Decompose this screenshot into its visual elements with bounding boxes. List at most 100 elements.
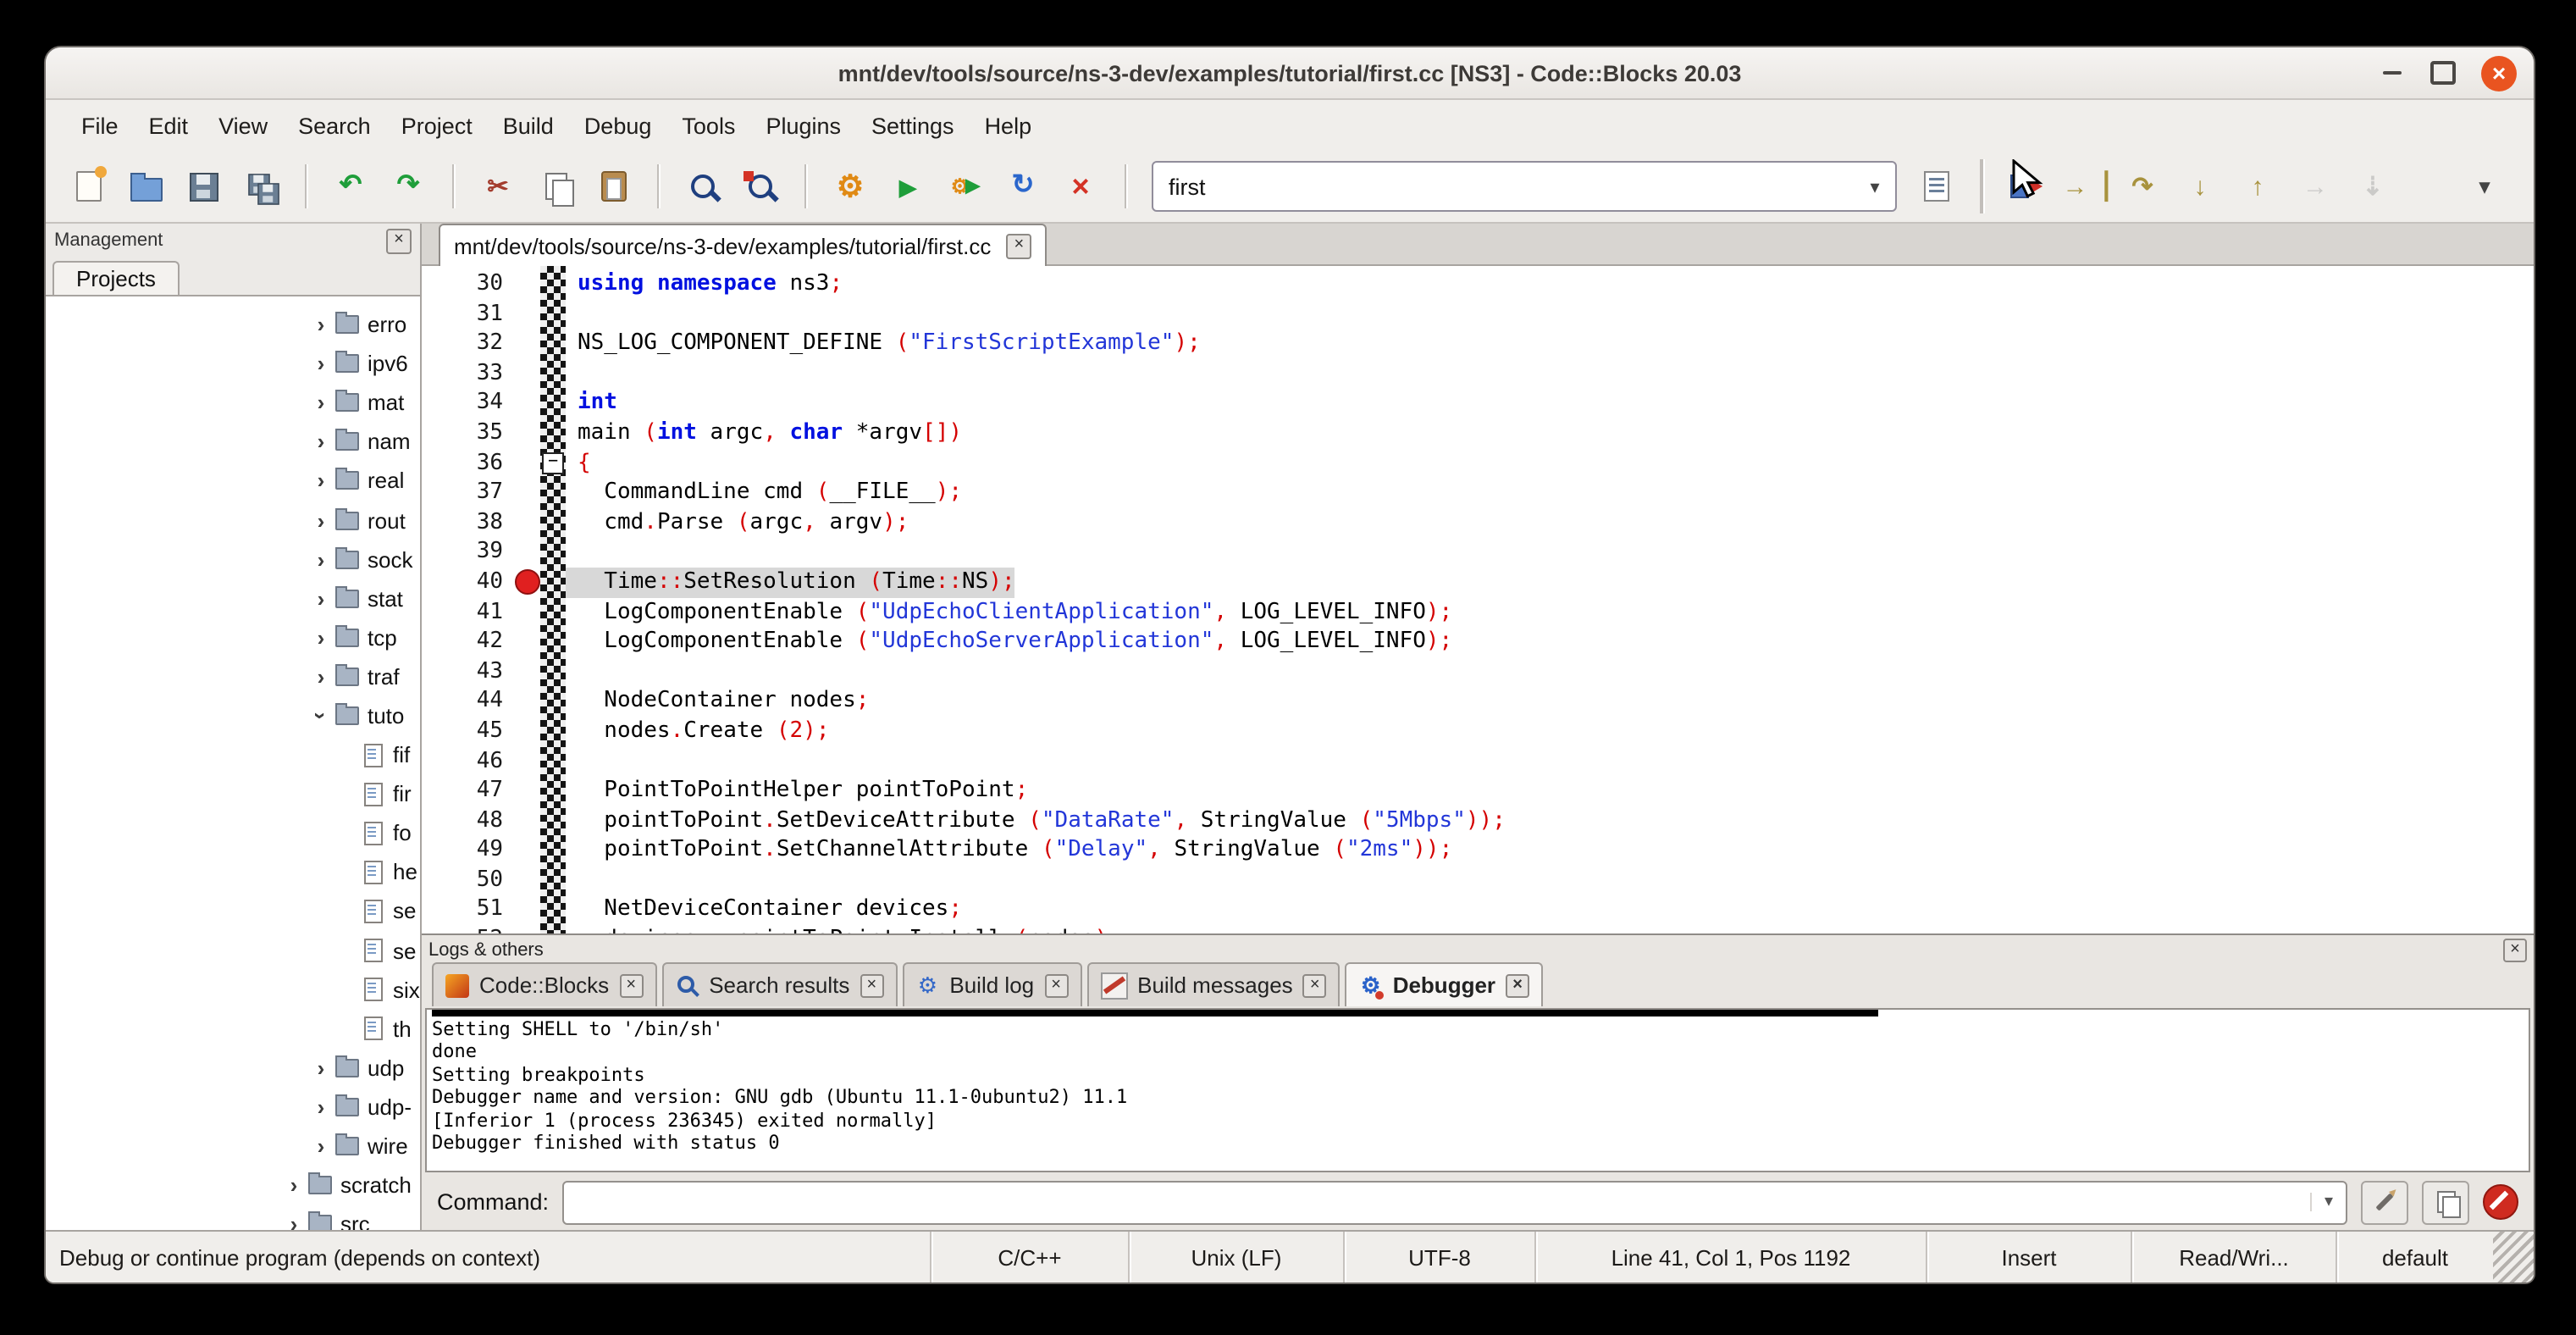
tree-expander-icon[interactable]: › xyxy=(308,1094,334,1120)
tree-item-mat[interactable]: ›mat xyxy=(46,383,420,422)
project-tree[interactable]: ›erro›ipv6›mat›nam›real›rout›sock›stat›t… xyxy=(46,296,420,1230)
tree-item-sock[interactable]: ›sock xyxy=(46,540,420,579)
line-number[interactable]: 52 xyxy=(422,925,513,933)
code-text[interactable]: devices = pointToPoint.Install (nodes); xyxy=(566,925,1121,933)
menu-plugins[interactable]: Plugins xyxy=(750,106,856,145)
breakpoint-margin[interactable] xyxy=(513,656,540,686)
tree-item-nam[interactable]: ›nam xyxy=(46,423,420,462)
paste-button[interactable] xyxy=(588,162,638,211)
tree-expander-icon[interactable]: › xyxy=(308,312,334,337)
tree-expander-icon[interactable]: › xyxy=(308,429,334,455)
tree-item-tuto[interactable]: ›tuto xyxy=(46,696,420,735)
tree-item-th[interactable]: th xyxy=(46,1009,420,1048)
step-into-button[interactable]: ↓ xyxy=(2175,162,2225,211)
breakpoint-margin[interactable] xyxy=(513,895,540,925)
code-text[interactable] xyxy=(566,299,578,329)
line-number[interactable]: 40 xyxy=(422,568,513,597)
debug-toolbar-dropdown[interactable]: ▾ xyxy=(2459,162,2510,211)
close-icon[interactable]: × xyxy=(1303,973,1327,997)
close-icon[interactable]: × xyxy=(1006,233,1031,258)
undo-button[interactable]: ↶ xyxy=(325,162,376,211)
breakpoint-margin[interactable] xyxy=(513,806,540,835)
cut-button[interactable]: ✂ xyxy=(473,162,523,211)
line-number[interactable]: 41 xyxy=(422,597,513,627)
breakpoint-margin[interactable] xyxy=(513,746,540,776)
breakpoint-margin[interactable] xyxy=(513,866,540,895)
chevron-down-icon[interactable]: ▾ xyxy=(2310,1193,2346,1211)
tree-item-udp[interactable]: ›udp xyxy=(46,1049,420,1088)
logs-tab-debugger[interactable]: Debugger× xyxy=(1346,962,1543,1006)
code-text[interactable]: LogComponentEnable ("UdpEchoServerApplic… xyxy=(566,627,1452,656)
breakpoint-margin[interactable] xyxy=(513,568,540,597)
edit-command-button[interactable] xyxy=(2361,1180,2408,1224)
breakpoint-margin[interactable] xyxy=(513,836,540,866)
tree-expander-icon[interactable]: › xyxy=(308,351,334,376)
tab-projects[interactable]: Projects xyxy=(53,261,180,295)
title-bar[interactable]: mnt/dev/tools/source/ns-3-dev/examples/t… xyxy=(46,47,2534,100)
breakpoint-margin[interactable] xyxy=(513,359,540,389)
new-file-button[interactable] xyxy=(63,162,113,211)
line-number[interactable]: 48 xyxy=(422,806,513,835)
line-number[interactable]: 33 xyxy=(422,359,513,389)
code-text[interactable]: cmd.Parse (argc, argv); xyxy=(566,508,909,538)
find-button[interactable] xyxy=(677,162,728,211)
code-text[interactable]: NetDeviceContainer devices; xyxy=(566,895,962,925)
tree-item-scratch[interactable]: ›scratch xyxy=(46,1166,420,1205)
fold-collapse-icon[interactable]: − xyxy=(542,452,564,474)
tree-expander-icon[interactable]: › xyxy=(281,1211,307,1230)
code-text[interactable]: LogComponentEnable ("UdpEchoClientApplic… xyxy=(566,597,1452,627)
save-button[interactable] xyxy=(178,162,229,211)
logs-tab-search-results[interactable]: Search results× xyxy=(661,962,897,1006)
chevron-down-icon[interactable]: ▾ xyxy=(1855,175,1895,197)
command-input[interactable] xyxy=(564,1188,2310,1216)
line-number[interactable]: 50 xyxy=(422,866,513,895)
tree-expander-icon[interactable]: › xyxy=(308,585,334,611)
close-icon[interactable]: × xyxy=(1044,973,1068,997)
tree-item-se[interactable]: se xyxy=(46,892,420,931)
menu-build[interactable]: Build xyxy=(488,106,569,145)
code-text[interactable]: using namespace ns3; xyxy=(566,269,843,299)
code-text[interactable]: int xyxy=(566,389,617,418)
line-number[interactable]: 36 xyxy=(422,448,513,478)
code-text[interactable] xyxy=(566,538,578,568)
code-text[interactable]: PointToPointHelper pointToPoint; xyxy=(566,776,1028,806)
line-number[interactable]: 42 xyxy=(422,627,513,656)
breakpoint-margin[interactable] xyxy=(513,717,540,746)
tree-item-ipv6[interactable]: ›ipv6 xyxy=(46,344,420,383)
close-icon[interactable]: × xyxy=(2503,938,2527,961)
tree-item-real[interactable]: ›real xyxy=(46,462,420,501)
tree-item-wire[interactable]: ›wire xyxy=(46,1127,420,1166)
tree-item-se[interactable]: se xyxy=(46,931,420,970)
tree-expander-icon[interactable]: › xyxy=(308,390,334,415)
code-text[interactable]: nodes.Create (2); xyxy=(566,717,829,746)
breakpoint-icon[interactable] xyxy=(514,569,539,595)
tree-expander-icon[interactable]: › xyxy=(308,1055,334,1081)
minimize-button[interactable] xyxy=(2378,59,2405,86)
breakpoint-margin[interactable] xyxy=(513,389,540,418)
step-into-instruction-button[interactable]: ⇣ xyxy=(2347,162,2398,211)
tree-item-udp-[interactable]: ›udp- xyxy=(46,1088,420,1127)
code-text[interactable]: Time::SetResolution (Time::NS); xyxy=(566,568,1015,597)
code-text[interactable]: CommandLine cmd (__FILE__); xyxy=(566,478,962,507)
run-to-cursor-button[interactable]: →▕ xyxy=(2059,162,2110,211)
tree-item-fo[interactable]: fo xyxy=(46,813,420,852)
breakpoint-margin[interactable] xyxy=(513,627,540,656)
code-text[interactable]: NS_LOG_COMPONENT_DEFINE ("FirstScriptExa… xyxy=(566,329,1201,358)
logs-tab-build-messages[interactable]: Build messages× xyxy=(1086,962,1341,1006)
editor-tab[interactable]: mnt/dev/tools/source/ns-3-dev/examples/t… xyxy=(439,224,1047,266)
breakpoint-margin[interactable] xyxy=(513,508,540,538)
tree-item-fir[interactable]: fir xyxy=(46,774,420,813)
maximize-button[interactable] xyxy=(2430,61,2456,85)
breakpoint-margin[interactable] xyxy=(513,687,540,717)
tree-item-traf[interactable]: ›traf xyxy=(46,657,420,696)
code-editor[interactable]: 30using namespace ns3;3132NS_LOG_COMPONE… xyxy=(422,266,2534,933)
line-number[interactable]: 46 xyxy=(422,746,513,776)
tree-item-fif[interactable]: fif xyxy=(46,735,420,774)
close-icon[interactable]: × xyxy=(860,973,883,997)
redo-button[interactable]: ↷ xyxy=(383,162,434,211)
breakpoint-margin[interactable] xyxy=(513,269,540,299)
line-number[interactable]: 51 xyxy=(422,895,513,925)
code-text[interactable] xyxy=(566,359,578,389)
line-number[interactable]: 47 xyxy=(422,776,513,806)
search-options-button[interactable] xyxy=(1910,162,1961,211)
